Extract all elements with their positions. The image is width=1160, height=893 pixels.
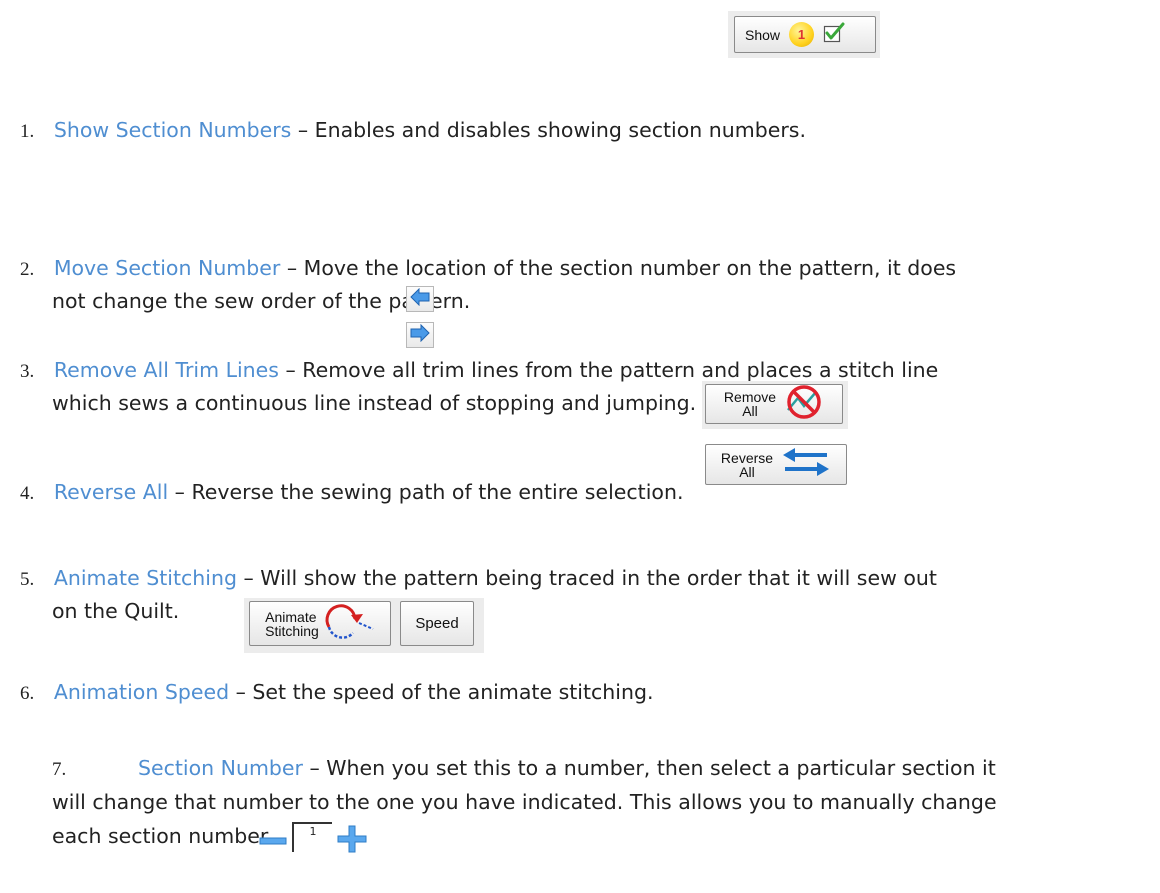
- section-number-badge: 1: [789, 22, 815, 47]
- item-title: Move Section Number: [53, 256, 281, 280]
- badge-value: 1: [797, 27, 806, 42]
- no-trim-icon: [784, 384, 824, 425]
- item-description: Reverse the sewing path of the entire se…: [191, 480, 684, 504]
- item-number: 3.: [20, 361, 35, 382]
- list-item-5: 5. Animate Stitching – Will show the pat…: [20, 562, 937, 596]
- move-number-left-button[interactable]: [406, 286, 434, 312]
- list-item-7-line2: will change that number to the one you h…: [52, 786, 997, 819]
- minus-icon[interactable]: [258, 830, 288, 854]
- animate-panel: Animate Stitching Speed: [244, 598, 484, 653]
- item-description: Will show the pattern being traced in th…: [260, 566, 937, 590]
- item-title: Animate Stitching: [53, 566, 237, 590]
- section-number-stepper: 1: [258, 822, 370, 858]
- plus-icon[interactable]: [336, 824, 368, 858]
- item-dash: –: [302, 756, 327, 780]
- item-dash: –: [291, 118, 315, 142]
- item-number: 1.: [20, 121, 35, 142]
- reverse-label-line1: Reverse: [720, 449, 774, 466]
- reverse-label-line2: All: [739, 463, 755, 480]
- item-title: Section Number: [137, 756, 303, 780]
- show-label: Show: [745, 26, 781, 43]
- item-description-cont: which sews a continuous line instead of …: [52, 391, 697, 415]
- item-description-cont: each section number.: [52, 824, 273, 848]
- swap-arrows-icon: [781, 446, 831, 483]
- list-item-3-line2: which sews a continuous line instead of …: [52, 387, 696, 420]
- arrow-right-icon: [410, 323, 430, 346]
- list-item-2: 2. Move Section Number – Move the locati…: [20, 252, 956, 286]
- item-dash: –: [229, 680, 253, 704]
- show-toolbar-panel: Show 1: [728, 11, 880, 58]
- arrow-left-icon: [410, 287, 430, 310]
- item-number: 7.: [52, 759, 67, 780]
- speed-label: Speed: [415, 615, 459, 632]
- remove-label-line2: All: [742, 403, 758, 419]
- move-number-right-button[interactable]: [406, 322, 434, 348]
- list-item-5-line2: on the Quilt.: [52, 595, 179, 628]
- item-description-cont: will change that number to the one you h…: [52, 790, 997, 814]
- item-dash: –: [168, 480, 192, 504]
- list-item-6: 6. Animation Speed – Set the speed of th…: [20, 676, 654, 710]
- animate-label-line2: Stitching: [265, 622, 319, 639]
- item-description-cont: on the Quilt.: [52, 599, 180, 623]
- item-dash: –: [280, 256, 304, 280]
- remove-label-line1: Remove: [723, 389, 777, 405]
- stepper-value: 1: [309, 825, 317, 838]
- curved-arrow-icon: [323, 601, 375, 646]
- item-title: Show Section Numbers: [53, 118, 292, 142]
- remove-all-panel: Remove All: [702, 381, 848, 429]
- list-item-4: 4. Reverse All – Reverse the sewing path…: [20, 476, 683, 510]
- reverse-all-button[interactable]: Reverse All: [705, 444, 847, 485]
- animate-label-line1: Animate: [265, 608, 317, 625]
- remove-all-trim-lines-button[interactable]: Remove All: [705, 384, 843, 424]
- list-item-1: 1. Show Section Numbers – Enables and di…: [20, 114, 806, 148]
- list-item-7: 7. Section Number – When you set this to…: [52, 752, 996, 786]
- item-title: Animation Speed: [53, 680, 230, 704]
- item-number: 2.: [20, 259, 35, 280]
- item-number: 5.: [20, 569, 35, 590]
- item-title: Remove All Trim Lines: [53, 358, 279, 382]
- item-description: When you set this to a number, then sele…: [326, 756, 996, 780]
- animate-stitching-button[interactable]: Animate Stitching: [249, 601, 391, 646]
- speed-button[interactable]: Speed: [400, 601, 474, 646]
- checkbox-checked-icon: [823, 22, 845, 47]
- show-section-numbers-button[interactable]: Show 1: [734, 16, 876, 53]
- item-dash: –: [236, 566, 261, 590]
- list-item-7-line3: each section number.: [52, 820, 273, 853]
- item-title: Reverse All: [53, 480, 169, 504]
- item-dash: –: [278, 358, 303, 382]
- section-number-input[interactable]: 1: [292, 822, 332, 852]
- item-description: Enables and disables showing section num…: [314, 118, 806, 142]
- item-number: 4.: [20, 483, 35, 504]
- item-description: Set the speed of the animate stitching.: [252, 680, 654, 704]
- item-number: 6.: [20, 683, 35, 704]
- item-description: Remove all trim lines from the pattern a…: [302, 358, 939, 382]
- item-description: Move the location of the section number …: [303, 256, 957, 280]
